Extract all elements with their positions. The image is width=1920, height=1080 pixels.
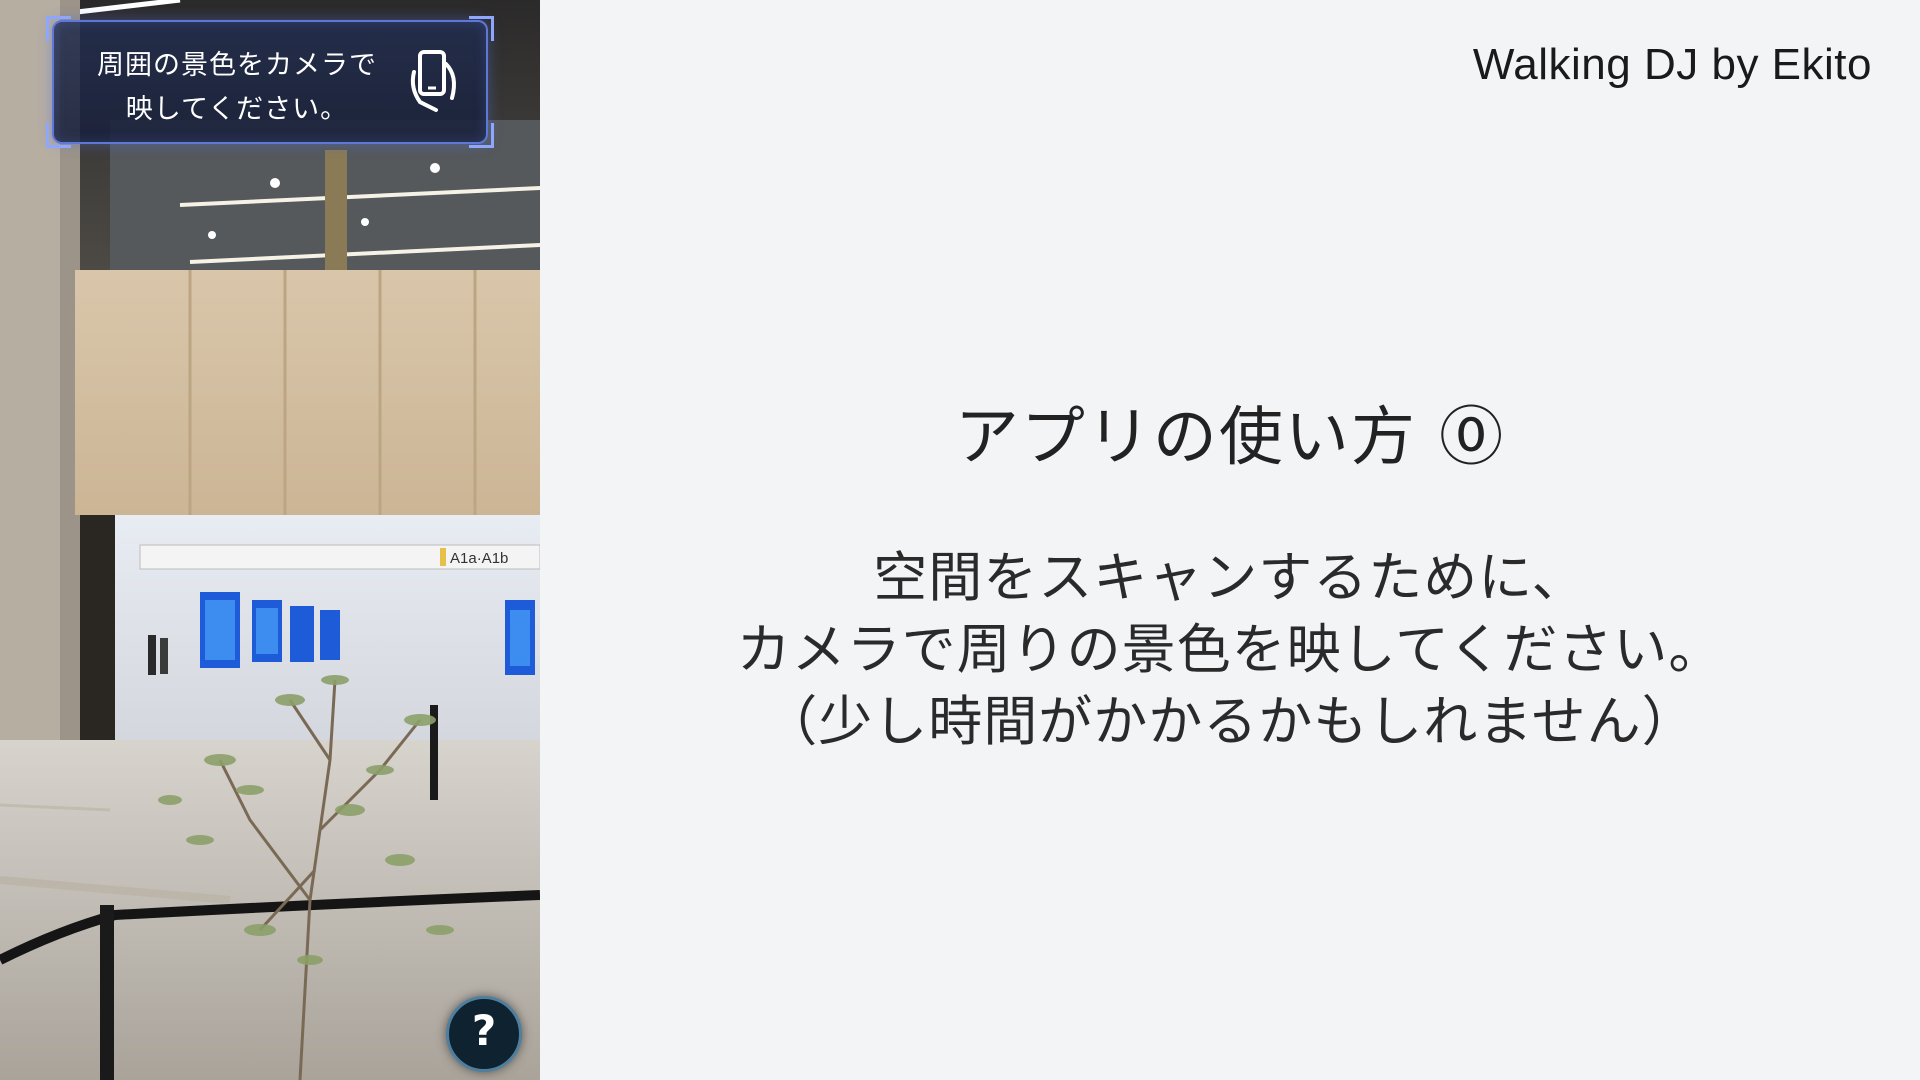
banner-corner-top-right <box>469 16 494 41</box>
phone-camera-view: A1a·A1b 周囲の景色をカメラで 映してください。 ? <box>0 0 540 1080</box>
banner-corner-bottom-left <box>46 123 71 148</box>
station-interior-illustration: A1a·A1b <box>0 0 540 1080</box>
slide-body-line-3: （少し時間がかかるかもしれません） <box>763 690 1697 753</box>
camera-scene: A1a·A1b <box>0 0 540 1080</box>
slide-stage: A1a·A1b 周囲の景色をカメラで 映してください。 ? Walking DJ… <box>0 0 1920 1080</box>
slide-body: 空間をスキャンするために、 カメラで周りの景色を映してください。 （少し時間がか… <box>540 542 1920 758</box>
banner-corner-bottom-right <box>469 123 494 148</box>
brand-title: Walking DJ by Ekito <box>1472 40 1872 89</box>
station-sign-text: A1a·A1b <box>450 550 508 567</box>
help-button[interactable]: ? <box>446 996 522 1072</box>
banner-corner-top-left <box>46 16 71 41</box>
slide-title: アプリの使い方 ⓪ <box>954 401 1506 475</box>
hand-phone-icon <box>406 48 462 114</box>
slide-body-line-2: カメラで周りの景色を映してください。 <box>736 618 1724 681</box>
scan-instruction-line-1: 周囲の景色をカメラで <box>97 50 377 81</box>
scan-instruction-line-2: 映してください。 <box>125 94 349 125</box>
scan-instruction-banner: 周囲の景色をカメラで 映してください。 <box>46 16 494 148</box>
slide-body-line-1: 空間をスキャンするために、 <box>873 546 1587 609</box>
scan-instruction-text: 周囲の景色をカメラで 映してください。 <box>72 44 402 132</box>
